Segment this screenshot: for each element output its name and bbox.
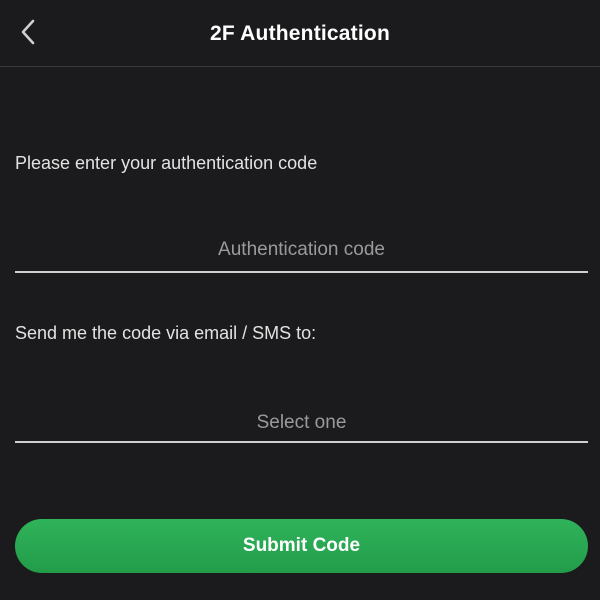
authentication-code-field-container (15, 229, 588, 273)
delivery-method-placeholder: Select one (256, 412, 347, 433)
delivery-method-select[interactable]: Select one (15, 399, 588, 443)
app-header: 2F Authentication (0, 0, 600, 67)
submit-code-button[interactable]: Submit Code (15, 519, 588, 573)
two-factor-auth-screen: 2F Authentication Please enter your auth… (0, 0, 600, 600)
delivery-prompt-label: Send me the code via email / SMS to: (15, 323, 317, 343)
authentication-code-input[interactable] (15, 229, 588, 271)
code-prompt-label: Please enter your authentication code (15, 153, 318, 173)
page-title: 2F Authentication (210, 22, 390, 45)
